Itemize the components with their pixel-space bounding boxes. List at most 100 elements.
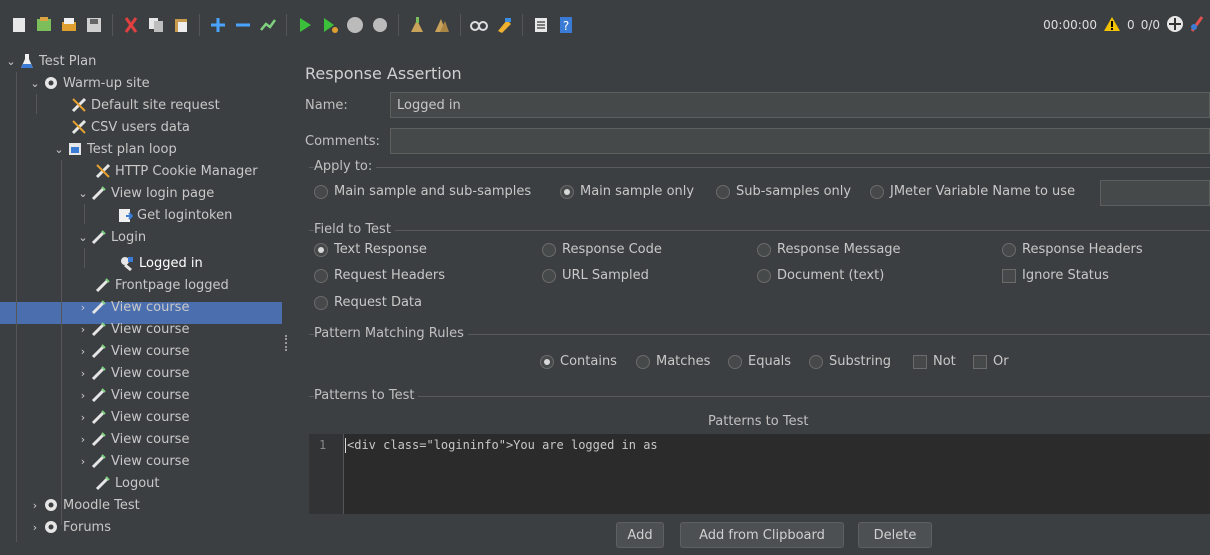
radio-contains[interactable]: Contains [540, 354, 617, 369]
chevron-down-icon[interactable]: ⌄ [76, 187, 90, 200]
radio-indicator[interactable] [314, 184, 328, 199]
open-icon[interactable] [58, 14, 80, 36]
radio-main-sample-only[interactable]: Main sample only [560, 184, 694, 199]
radio-indicator[interactable] [314, 295, 328, 310]
delete-button[interactable]: Delete [858, 522, 932, 548]
pane-splitter[interactable] [282, 50, 292, 555]
tree-item-view-course[interactable]: › View course [76, 428, 190, 450]
radio-main-and-sub-samples[interactable]: Main sample and sub-samples [314, 184, 531, 199]
cut-icon[interactable] [120, 14, 142, 36]
radio-response-message[interactable]: Response Message [757, 242, 901, 257]
tree-item-login[interactable]: ⌄ Login [76, 226, 146, 248]
tree-item-view-course[interactable]: › View course [76, 318, 190, 340]
radio-indicator[interactable] [1002, 242, 1016, 257]
radio-text-response[interactable]: Text Response [314, 242, 427, 257]
radio-response-code[interactable]: Response Code [542, 242, 662, 257]
radio-indicator[interactable] [809, 354, 823, 369]
tree-item-view-course[interactable]: › View course [76, 384, 190, 406]
comments-field[interactable] [390, 128, 1210, 154]
toggle-icon[interactable] [257, 14, 279, 36]
tree-item-test-plan[interactable]: ⌄ Test Plan [4, 50, 96, 72]
name-field[interactable]: Logged in [390, 92, 1210, 118]
stop-icon[interactable] [344, 14, 366, 36]
radio-indicator[interactable] [314, 242, 328, 257]
tree-item-logout[interactable]: Logout [94, 472, 160, 494]
paste-icon[interactable] [170, 14, 192, 36]
help-icon[interactable]: ? [555, 14, 577, 36]
chevron-right-icon[interactable]: › [28, 499, 42, 512]
chevron-right-icon[interactable]: › [76, 345, 90, 358]
radio-substring[interactable]: Substring [809, 354, 891, 369]
chevron-right-icon[interactable]: › [76, 411, 90, 424]
radio-indicator[interactable] [540, 354, 554, 369]
save-icon[interactable] [83, 14, 105, 36]
checkbox-ignore-status[interactable]: Ignore Status [1002, 268, 1109, 283]
radio-indicator[interactable] [757, 242, 771, 257]
chevron-down-icon[interactable]: ⌄ [76, 231, 90, 244]
tree-item-default-site-request[interactable]: Default site request [70, 94, 220, 116]
radio-indicator[interactable] [757, 268, 771, 283]
tree-item-view-course[interactable]: › View course [76, 362, 190, 384]
tree-item-view-course[interactable]: › View course [76, 450, 190, 472]
tree-item-test-plan-loop[interactable]: ⌄ Test plan loop [52, 138, 176, 160]
start-icon[interactable] [294, 14, 316, 36]
pattern-line[interactable]: <div class="logininfo">You are logged in… [347, 438, 658, 452]
tree-item-get-logintoken[interactable]: Get logintoken [116, 204, 232, 226]
chevron-right-icon[interactable]: › [76, 323, 90, 336]
tree-item-http-cookie-manager[interactable]: HTTP Cookie Manager [94, 160, 258, 182]
radio-sub-samples-only[interactable]: Sub-samples only [716, 184, 851, 199]
tree-item-logged-in[interactable]: Logged in [118, 252, 203, 274]
radio-equals[interactable]: Equals [728, 354, 791, 369]
radio-jmeter-variable[interactable]: JMeter Variable Name to use [870, 184, 1075, 199]
radio-indicator[interactable] [870, 184, 884, 199]
tree-item-view-course[interactable]: › View course [76, 296, 190, 318]
checkbox-indicator[interactable] [973, 354, 987, 369]
radio-indicator[interactable] [716, 184, 730, 199]
expand-icon[interactable] [207, 14, 229, 36]
radio-indicator[interactable] [542, 268, 556, 283]
new-icon[interactable] [8, 14, 30, 36]
clear-icon[interactable] [406, 14, 428, 36]
tree-item-forums[interactable]: › Forums [28, 516, 111, 538]
clear-all-icon[interactable] [431, 14, 453, 36]
tree-item-warm-up-site[interactable]: ⌄ Warm-up site [28, 72, 149, 94]
chevron-right-icon[interactable]: › [76, 367, 90, 380]
radio-indicator[interactable] [636, 354, 650, 369]
chevron-down-icon[interactable]: ⌄ [28, 77, 42, 90]
tree-item-moodle-test[interactable]: › Moodle Test [28, 494, 140, 516]
function-helper-icon[interactable] [530, 14, 552, 36]
radio-response-headers[interactable]: Response Headers [1002, 242, 1143, 257]
radio-request-data[interactable]: Request Data [314, 295, 422, 310]
tree-item-view-course[interactable]: › View course [76, 406, 190, 428]
chevron-down-icon[interactable]: ⌄ [52, 143, 66, 156]
shutdown-icon[interactable] [369, 14, 391, 36]
radio-document-text[interactable]: Document (text) [757, 268, 884, 283]
chevron-right-icon[interactable]: › [76, 389, 90, 402]
checkbox-indicator[interactable] [913, 354, 927, 369]
checkbox-not[interactable]: Not [913, 354, 956, 369]
search-icon[interactable] [468, 14, 490, 36]
reset-search-icon[interactable] [493, 14, 515, 36]
radio-indicator[interactable] [314, 268, 328, 283]
chevron-down-icon[interactable]: ⌄ [4, 55, 18, 68]
add-button[interactable]: Add [616, 522, 664, 548]
chevron-right-icon[interactable]: › [76, 433, 90, 446]
remote-icon[interactable] [1166, 15, 1184, 36]
copy-icon[interactable] [145, 14, 167, 36]
checkbox-indicator[interactable] [1002, 268, 1016, 283]
warning-icon[interactable] [1103, 16, 1121, 35]
tree-item-csv-users-data[interactable]: CSV users data [70, 116, 190, 138]
chevron-right-icon[interactable]: › [76, 455, 90, 468]
splitter-grip[interactable] [285, 335, 290, 351]
chevron-right-icon[interactable]: › [28, 521, 42, 534]
radio-url-sampled[interactable]: URL Sampled [542, 268, 649, 283]
tree-item-view-login-page[interactable]: ⌄ View login page [76, 182, 214, 204]
checkbox-or[interactable]: Or [973, 354, 1009, 369]
radio-indicator[interactable] [560, 184, 574, 199]
start-no-pause-icon[interactable] [319, 14, 341, 36]
patterns-editor[interactable]: 1 <div class="logininfo">You are logged … [309, 434, 1210, 514]
radio-request-headers[interactable]: Request Headers [314, 268, 445, 283]
tree-item-view-course[interactable]: › View course [76, 340, 190, 362]
radio-indicator[interactable] [728, 354, 742, 369]
radio-matches[interactable]: Matches [636, 354, 710, 369]
